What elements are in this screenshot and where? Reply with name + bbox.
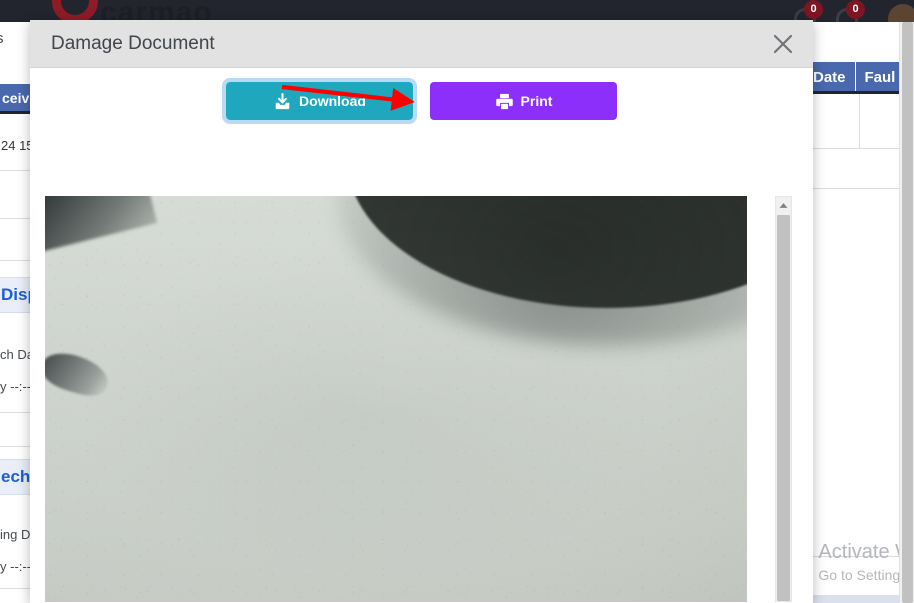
background-table-cell-date: 24 15: [1, 138, 32, 153]
topbar-notifications: 0 0: [784, 0, 914, 22]
modal-body: Download Print: [30, 68, 813, 602]
document-viewer: [45, 196, 797, 602]
row-divider: [0, 218, 31, 219]
background-table-head: Date Faul: [804, 62, 906, 94]
modal-action-bar: Download Print: [30, 68, 813, 124]
damage-photo[interactable]: [45, 196, 747, 602]
background-field-label-tech: ech: [0, 459, 31, 495]
background-right-panel: Date Faul Activate W Go to Settings: [796, 22, 914, 603]
viewer-scrollbar[interactable]: [775, 196, 792, 602]
print-button[interactable]: Print: [430, 82, 617, 120]
print-button-label: Print: [520, 93, 553, 109]
download-icon: [273, 92, 292, 111]
page-scrollbar[interactable]: [899, 22, 914, 603]
avatar[interactable]: [888, 4, 914, 22]
row-divider: [0, 588, 31, 589]
notification-badge-2[interactable]: 0: [846, 0, 865, 19]
row-divider: [0, 260, 31, 261]
brand-name: carmao: [100, 0, 213, 22]
download-button[interactable]: Download: [222, 78, 417, 124]
close-icon: [772, 33, 794, 55]
chevron-up-icon[interactable]: [776, 197, 791, 214]
row-divider: [0, 170, 31, 171]
table-row: [804, 149, 914, 189]
notification-badge-1[interactable]: 0: [804, 0, 823, 19]
background-field-value-tech[interactable]: y --:--: [0, 559, 31, 574]
damage-document-modal: Damage Document Download Print: [30, 20, 813, 603]
background-field-sub-dispatch: ch Da: [0, 347, 32, 362]
brand-logo-icon: [52, 0, 98, 22]
background-left-panel: s ceiv 24 15 Disp ch Da y --:-- ech ing …: [0, 22, 32, 603]
row-divider: [0, 412, 31, 413]
background-field-value-dispatch[interactable]: y --:--: [0, 379, 31, 394]
modal-title: Damage Document: [51, 32, 215, 54]
download-button-label: Download: [299, 93, 366, 109]
background-table-header-received: ceiv: [0, 84, 31, 114]
modal-header: Damage Document: [30, 20, 813, 68]
row-divider: [0, 446, 31, 447]
printer-icon: [495, 92, 514, 111]
photo-vignette: [45, 196, 747, 602]
background-field-label-dispatch: Disp: [0, 277, 31, 313]
background-bottom-bar: [804, 595, 914, 603]
background-tab-fragment[interactable]: s: [0, 30, 4, 47]
close-button[interactable]: [753, 20, 813, 68]
viewer-scrollbar-thumb[interactable]: [777, 215, 790, 601]
app-topbar: carmao 0 0: [0, 0, 914, 22]
background-field-sub-tech: ing D: [0, 527, 31, 542]
background-column-header-fault[interactable]: Faul: [855, 62, 906, 91]
page-scrollbar-thumb[interactable]: [902, 22, 913, 603]
